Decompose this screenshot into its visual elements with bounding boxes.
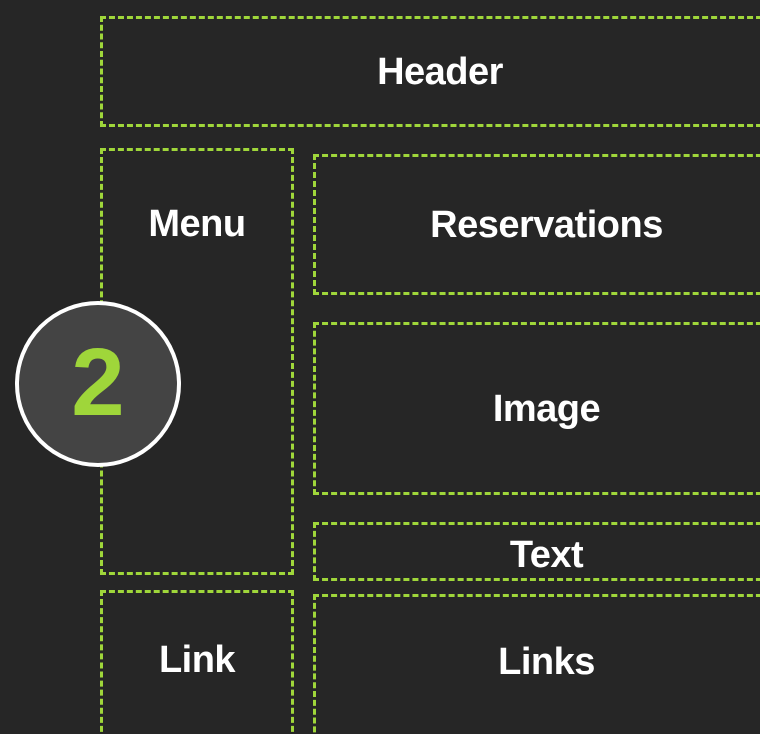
image-label: Image <box>492 387 601 430</box>
header-label: Header <box>377 50 503 93</box>
links-region: Links <box>313 594 760 734</box>
reservations-label: Reservations <box>430 203 663 246</box>
text-label: Text <box>509 534 584 576</box>
text-region: Text <box>313 522 760 581</box>
header-region: Header <box>100 16 760 127</box>
step-number-badge: 2 <box>15 301 181 467</box>
link-label: Link <box>158 639 236 681</box>
reservations-region: Reservations <box>313 154 760 295</box>
link-region: Link <box>100 590 294 734</box>
wireframe-canvas: Header Menu Reservations Image Text Link… <box>0 0 760 734</box>
links-label: Links <box>498 641 595 683</box>
step-number: 2 <box>71 329 125 436</box>
menu-label: Menu <box>148 203 246 245</box>
image-region: Image <box>313 322 760 495</box>
